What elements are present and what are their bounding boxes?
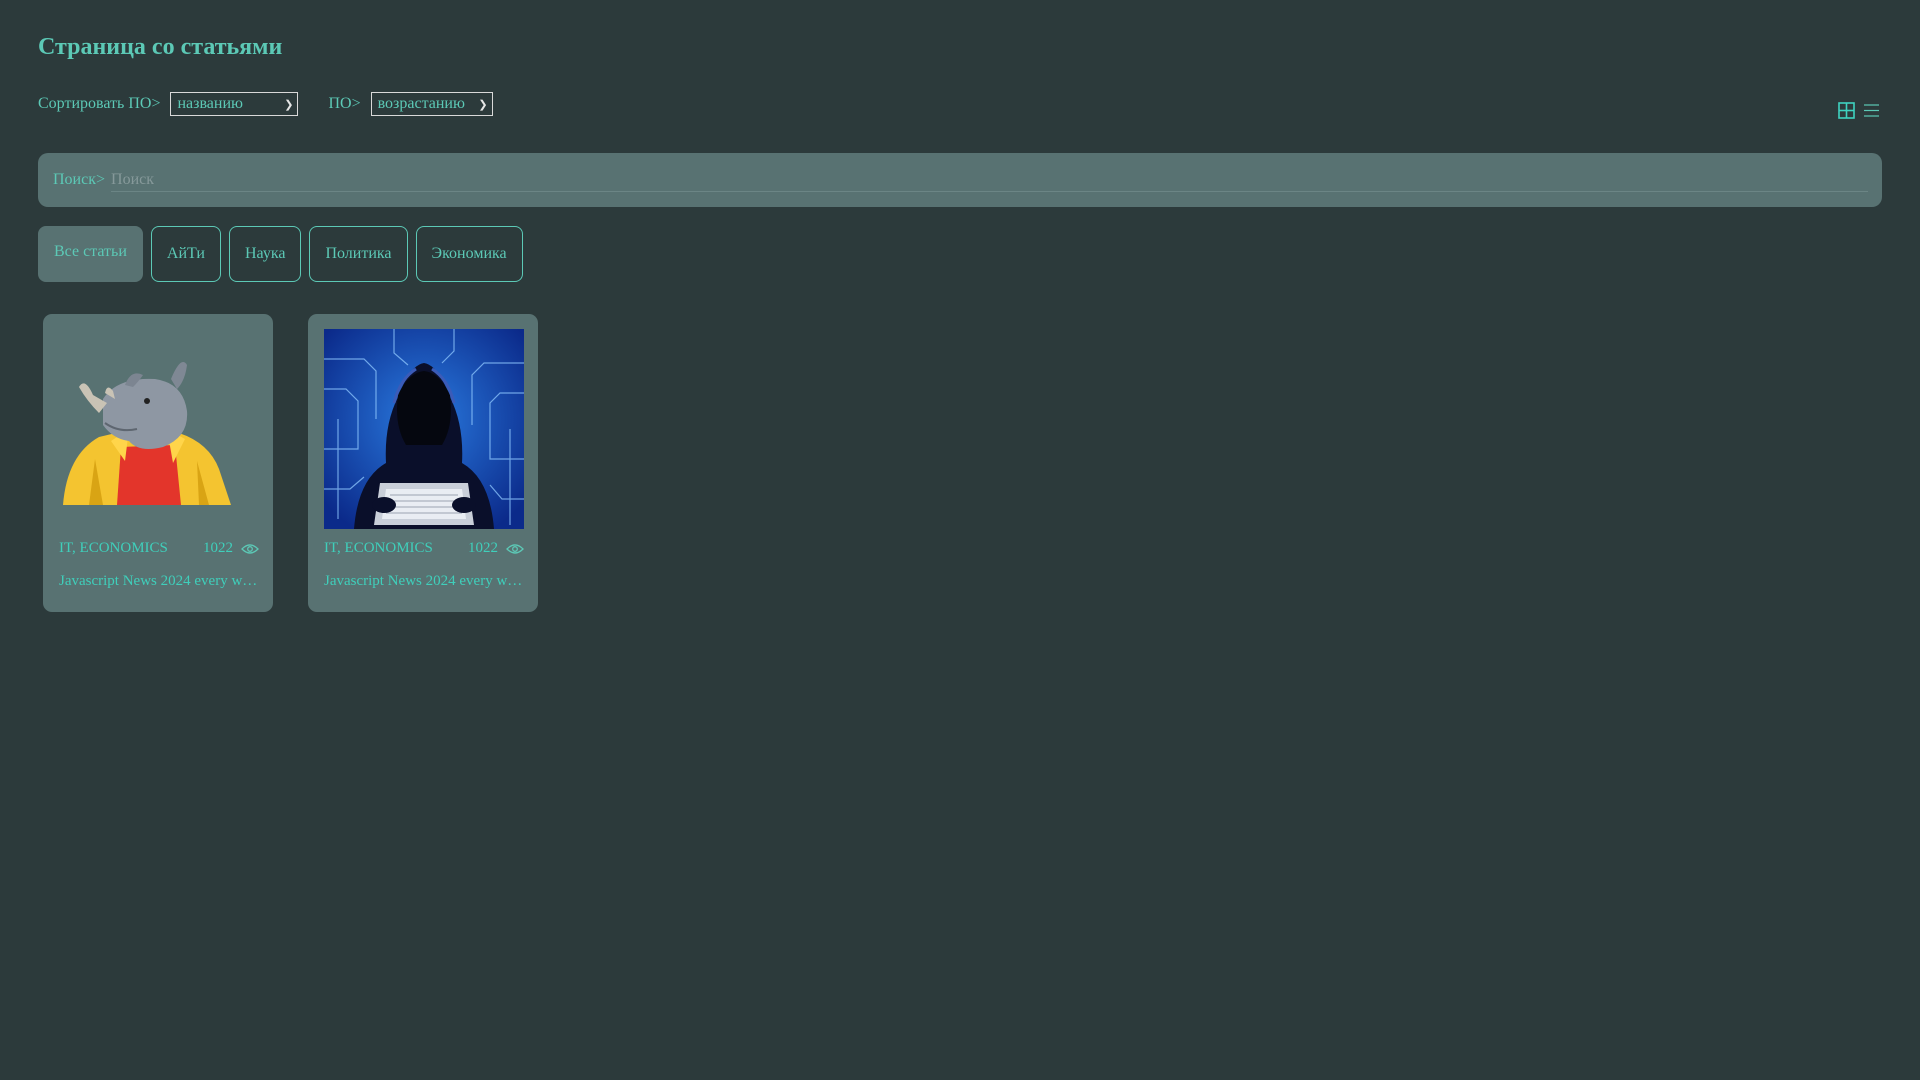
article-tags: IT, ECONOMICS: [59, 540, 168, 556]
sort-field-select[interactable]: названию ❯: [170, 92, 299, 116]
sort-label: Сортировать ПО>: [38, 95, 161, 112]
eye-icon: [241, 543, 259, 554]
sort-controls: Сортировать ПО> названию ❯ ПО> возрастан…: [38, 92, 493, 116]
views-count: 1022: [203, 540, 233, 556]
article-image-rhino: [59, 329, 259, 529]
sort-order-value: возрастанию: [377, 95, 465, 112]
tab-economics[interactable]: Экономика: [415, 226, 523, 282]
chevron-down-icon: ❯: [478, 98, 488, 111]
article-title: Javascript News 2024 every week: [59, 573, 259, 589]
search-label: Поиск>: [53, 171, 106, 188]
article-views: 1022: [203, 540, 259, 557]
article-card[interactable]: IT, ECONOMICS 1022 Javascript News 2024 …: [43, 314, 273, 612]
article-list: IT, ECONOMICS 1022 Javascript News 2024 …: [43, 314, 538, 612]
category-tabs: Все статьи АйТи Наука Политика Экономика: [38, 226, 523, 282]
tab-all-articles[interactable]: Все статьи: [38, 226, 143, 282]
article-image-hacker: [324, 329, 524, 529]
articles-page: Страница со статьями Сортировать ПО> наз…: [0, 0, 1920, 1080]
article-meta: IT, ECONOMICS 1022: [324, 540, 524, 557]
article-tags: IT, ECONOMICS: [324, 540, 433, 556]
grid-icon[interactable]: [1838, 102, 1855, 119]
chevron-down-icon: ❯: [284, 98, 294, 111]
tab-science[interactable]: Наука: [228, 226, 302, 282]
search-bar: Поиск>: [38, 153, 1882, 207]
article-title: Javascript News 2024 every week: [324, 573, 524, 589]
tab-it[interactable]: АйТи: [150, 226, 221, 282]
eye-icon: [506, 543, 524, 554]
views-count: 1022: [468, 540, 498, 556]
article-meta: IT, ECONOMICS 1022: [59, 540, 259, 557]
sort-field-value: названию: [177, 95, 243, 112]
tab-politics[interactable]: Политика: [309, 226, 408, 282]
page-title: Страница со статьями: [38, 34, 283, 60]
search-input[interactable]: [111, 168, 1868, 192]
article-card[interactable]: IT, ECONOMICS 1022 Javascript News 2024 …: [308, 314, 538, 612]
list-icon[interactable]: [1863, 102, 1880, 119]
hacker-illustration: [324, 329, 524, 529]
sort-order-select[interactable]: возрастанию ❯: [370, 92, 493, 116]
view-toggle: [1838, 102, 1880, 119]
sort-order-label: ПО>: [328, 95, 361, 112]
article-views: 1022: [468, 540, 524, 557]
rhino-illustration: [59, 329, 259, 529]
